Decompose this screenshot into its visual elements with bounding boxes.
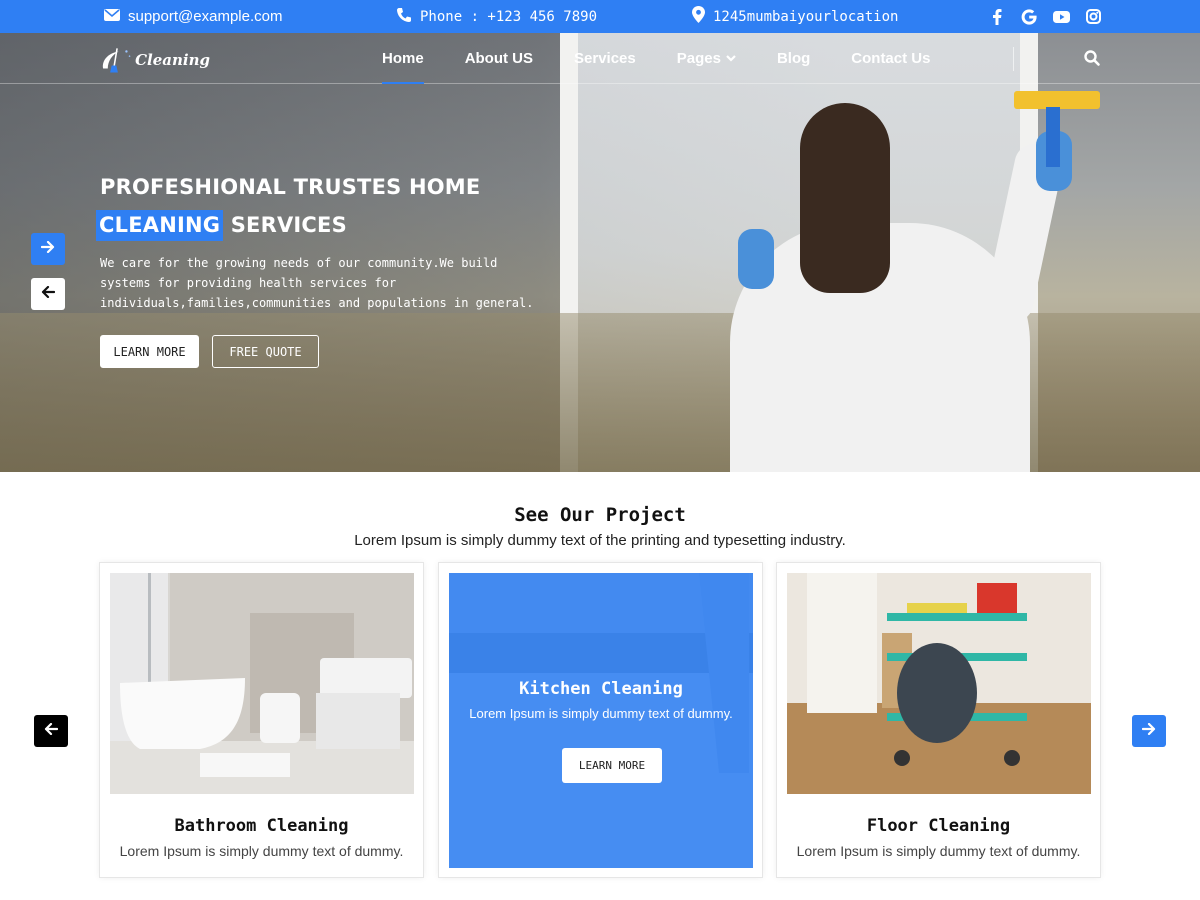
broom-logo-icon [102, 48, 131, 73]
card-title: Floor Cleaning [866, 816, 1011, 836]
hero-squeegee-handle [1046, 107, 1060, 167]
topbar-phone[interactable]: Phone : +123 456 7890 [396, 0, 597, 33]
facebook-icon[interactable] [988, 8, 1006, 26]
topbar-location-text: 1245mumbaiyourlocation [713, 8, 899, 25]
bathroom-image [110, 573, 414, 794]
hero-title-highlight: CLEANING [96, 210, 224, 241]
site-logo[interactable]: Cleaning [100, 43, 210, 77]
logo-text: Cleaning [135, 51, 210, 69]
hero-glove-left [738, 229, 774, 289]
kitchen-learn-more-button[interactable]: LEARN MORE [562, 748, 662, 783]
nav-contact-us[interactable]: Contact Us [851, 33, 930, 84]
nav-pages[interactable]: Pages [677, 33, 736, 84]
youtube-icon[interactable] [1052, 8, 1070, 26]
hero-title-rest: SERVICES [223, 213, 347, 237]
arrow-left-icon [41, 285, 56, 303]
top-info-bar: support@example.com Phone : +123 456 789… [0, 0, 1200, 33]
card-text: Lorem Ipsum is simply dummy text of dumm… [119, 843, 404, 859]
hero-description: We care for the growing needs of our com… [100, 256, 534, 310]
chevron-down-icon [726, 55, 736, 62]
hero-title-line2: CLEANING SERVICES [96, 210, 347, 241]
nav-services[interactable]: Services [574, 33, 636, 84]
nav-about-us[interactable]: About US [465, 33, 533, 84]
topbar-phone-text: Phone : +123 456 7890 [420, 8, 598, 25]
hero-prev-arrow[interactable] [31, 278, 65, 310]
floor-image [787, 573, 1091, 794]
arrow-right-icon [1141, 722, 1156, 740]
arrow-right-icon [40, 240, 55, 258]
hero-free-quote-button[interactable]: FREE QUOTE [212, 335, 319, 368]
card-title: Bathroom Cleaning [174, 816, 349, 836]
project-card-bathroom[interactable]: Bathroom Cleaning Lorem Ipsum is simply … [99, 562, 424, 878]
google-icon[interactable] [1020, 8, 1038, 26]
nav-pages-label: Pages [676, 50, 721, 67]
search-icon[interactable] [1083, 49, 1103, 69]
instagram-icon[interactable] [1084, 8, 1102, 26]
nav-blog[interactable]: Blog [777, 33, 810, 84]
topbar-location[interactable]: 1245mumbaiyourlocation [692, 0, 898, 33]
projects-title: See Our Project [514, 504, 686, 526]
projects-prev-arrow[interactable] [34, 715, 68, 747]
project-card-kitchen[interactable]: Kitchen Cleaning Lorem Ipsum is simply d… [438, 562, 763, 878]
social-links [988, 0, 1102, 33]
projects-next-arrow[interactable] [1132, 715, 1166, 747]
projects-subtitle: Lorem Ipsum is simply dummy text of the … [354, 532, 846, 549]
nav-links: Home About US Services Pages Blog Contac… [382, 33, 930, 84]
location-pin-icon [692, 6, 705, 27]
envelope-icon [104, 8, 120, 25]
main-navigation: Cleaning Home About US Services Pages Bl… [0, 33, 1200, 84]
kitchen-overlay: Kitchen Cleaning Lorem Ipsum is simply d… [449, 573, 753, 868]
card-text: Lorem Ipsum is simply dummy text of dumm… [796, 843, 1081, 859]
topbar-email[interactable]: support@example.com [104, 0, 282, 33]
hero-banner: PROFESHIONAL TRUSTES HOME CLEANING SERVI… [0, 33, 1200, 472]
hero-learn-more-button[interactable]: LEARN MORE [100, 335, 199, 368]
nav-home[interactable]: Home [382, 33, 424, 84]
hero-person-hair [800, 103, 890, 293]
nav-divider [1013, 47, 1014, 71]
card-text: Lorem Ipsum is simply dummy text of dumm… [469, 706, 733, 721]
hero-title-line1: PROFESHIONAL TRUSTES HOME [100, 175, 481, 199]
arrow-left-icon [44, 722, 59, 740]
card-title: Kitchen Cleaning [519, 679, 683, 699]
phone-icon [396, 7, 412, 27]
hero-next-arrow[interactable] [31, 233, 65, 265]
topbar-email-text: support@example.com [128, 8, 283, 25]
project-card-floor[interactable]: Floor Cleaning Lorem Ipsum is simply dum… [776, 562, 1101, 878]
